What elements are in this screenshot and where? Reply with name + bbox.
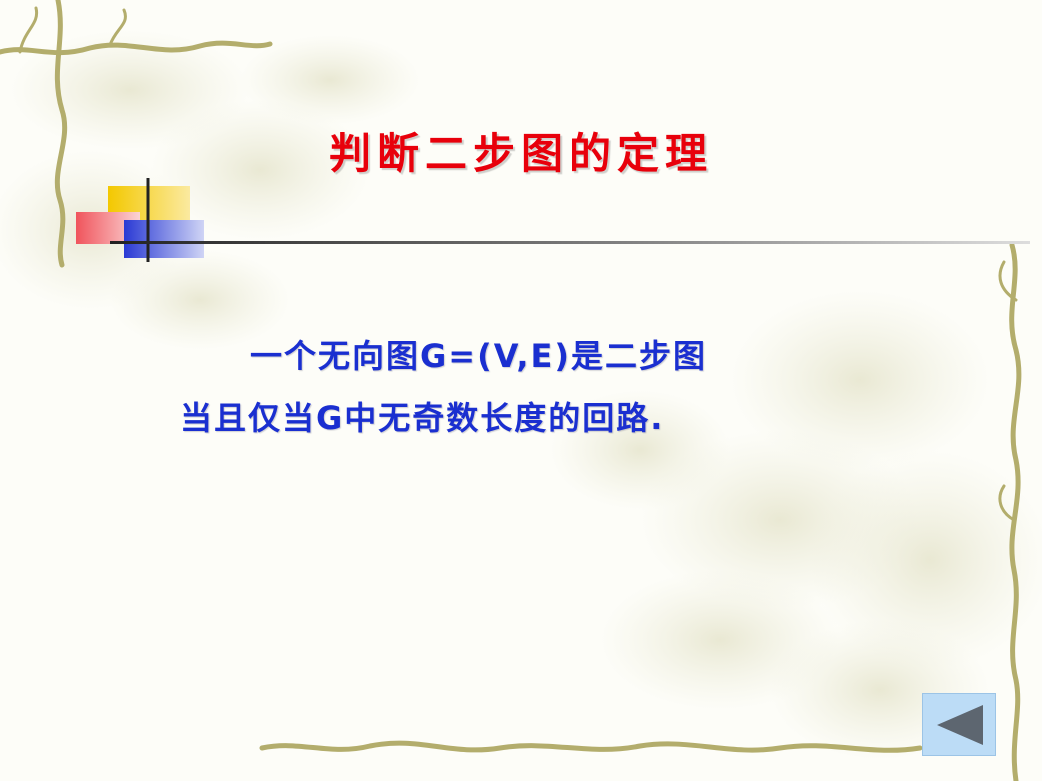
triangle-left-icon	[937, 705, 983, 745]
accent-square-blue	[124, 220, 204, 258]
previous-slide-button[interactable]	[922, 693, 996, 756]
vine-bottom	[259, 740, 923, 753]
theorem-line-2: 当且仅当G中无奇数长度的回路.	[180, 399, 665, 437]
slide: 判断二步图的定理 一个无向图G=(V,E)是二步图 当且仅当G中无奇数长度的回路…	[0, 0, 1042, 781]
title-rule	[110, 241, 1030, 244]
theorem-text: 一个无向图G=(V,E)是二步图 当且仅当G中无奇数长度的回路.	[180, 325, 880, 449]
flower-watermark-upper	[0, 30, 420, 350]
slide-title: 判断二步图的定理	[328, 129, 713, 178]
theorem-line-1: 一个无向图G=(V,E)是二步图	[250, 337, 707, 375]
